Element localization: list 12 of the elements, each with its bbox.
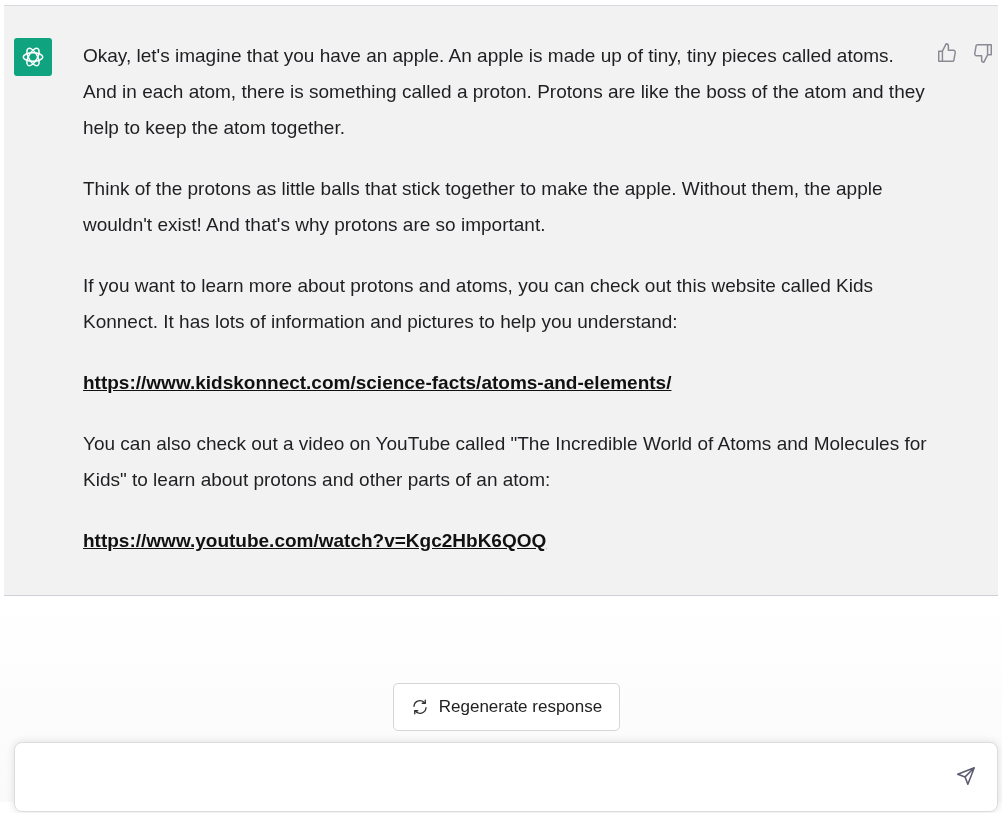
regenerate-button[interactable]: Regenerate response: [393, 683, 620, 731]
thumbs-down-icon[interactable]: [972, 42, 994, 64]
send-icon[interactable]: [955, 765, 977, 787]
message-paragraph: Think of the protons as little balls that stick together to make the apple. Without them, the apple wouldn't exist! And that's why protons are so important.: [83, 177, 884, 237]
message-paragraph: If you want to learn more about protons and atoms, you can check out this website called Kids Konnect. It has lots of information and pictures to help you understand:: [83, 274, 874, 334]
link[interactable]: https://www.kidskonnect.com/science-facts/atoms-and-elements/: [83, 372, 672, 393]
message-paragraph: Okay, let's imagine that you have an apple. An apple is made up of tiny, tiny pieces called atoms. And in each atom, there is something called a proton. Protons are like the boss of the atom and they help to keep the atom together.: [83, 44, 926, 140]
refresh-icon: [410, 698, 429, 716]
link[interactable]: https://www.youtube.com/watch?v=Kgc2HbK6QOQ: [83, 530, 547, 551]
message-input[interactable]: [14, 742, 998, 812]
message-paragraph: You can also check out a video on YouTube called "The Incredible World of Atoms and Molecules for Kids" to learn about protons and other parts of an atom:: [83, 432, 928, 492]
thumbs-up-icon[interactable]: [936, 42, 958, 64]
